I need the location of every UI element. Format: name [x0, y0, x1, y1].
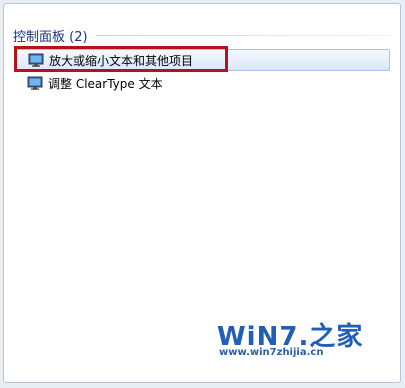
display-settings-icon	[27, 76, 43, 90]
watermark-url: www.win7zhijia.cn	[219, 347, 324, 358]
watermark-logo: WiN7.之家 www.win7zhijia.cn	[215, 316, 395, 376]
result-item-zoom-text[interactable]: 放大或缩小文本和其他项目	[16, 49, 390, 71]
group-divider	[95, 34, 390, 36]
result-item-cleartype[interactable]: 调整 ClearType 文本	[16, 72, 390, 94]
group-header-control-panel[interactable]: 控制面板 (2)	[13, 24, 390, 46]
result-label: 放大或缩小文本和其他项目	[49, 53, 194, 68]
display-settings-icon	[28, 53, 44, 67]
result-label: 调整 ClearType 文本	[48, 76, 163, 91]
group-title: 控制面板 (2)	[13, 29, 88, 45]
